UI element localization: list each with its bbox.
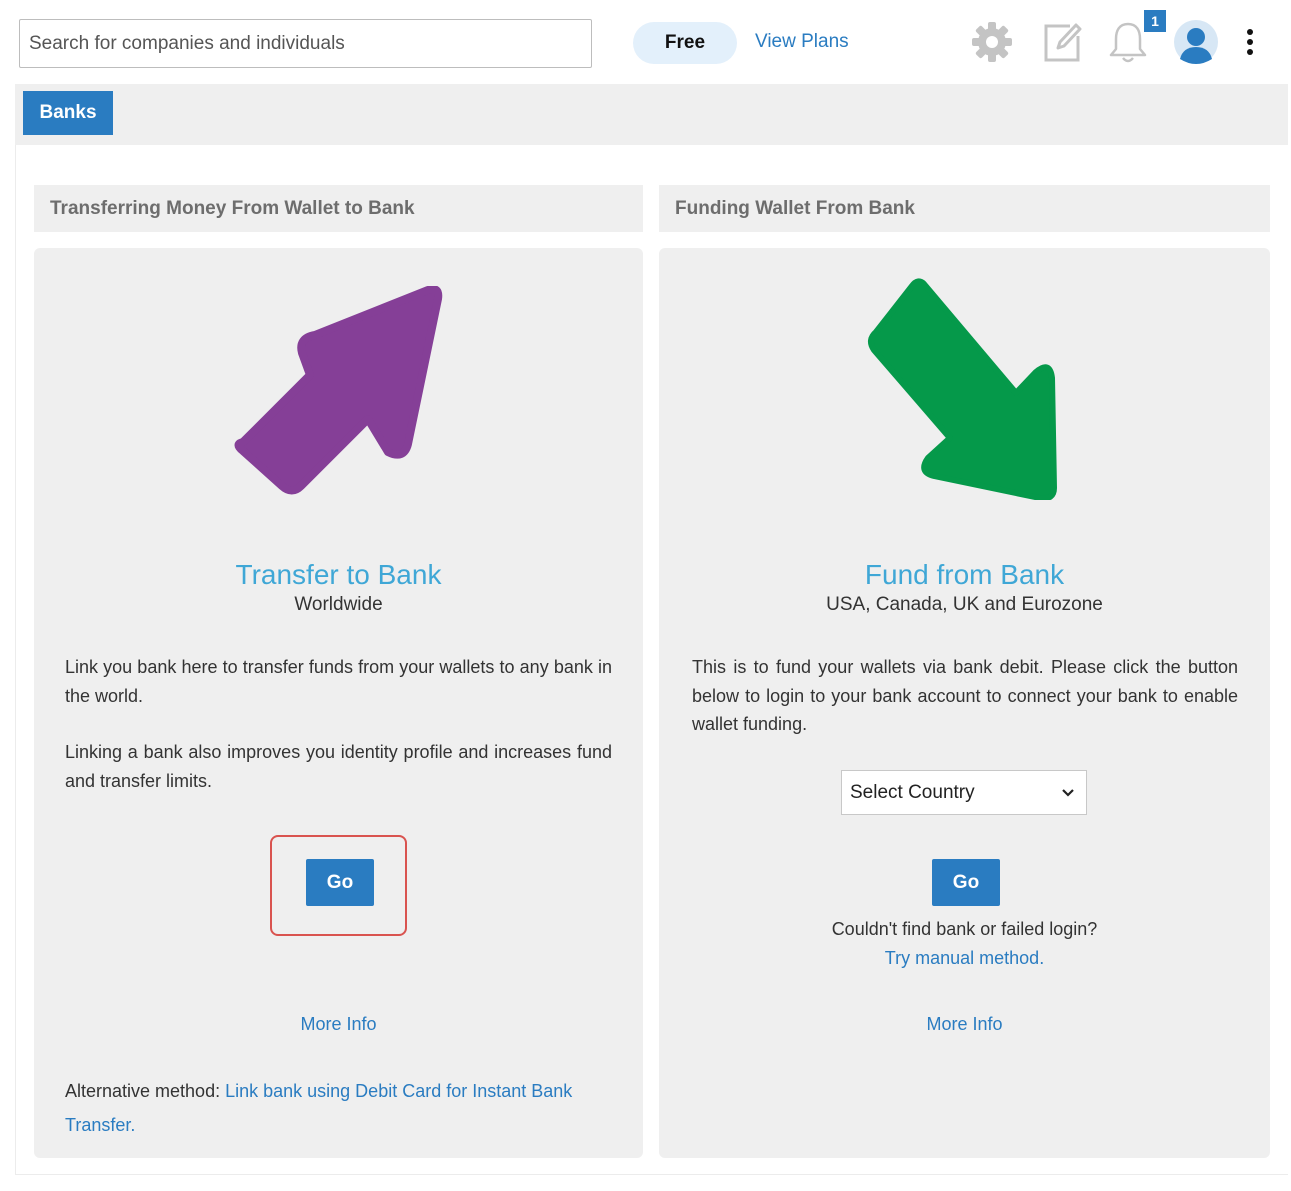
fund-more-info-wrap: More Info xyxy=(659,1014,1270,1035)
plan-badge: Free xyxy=(633,22,737,64)
alternative-method-label: Alternative method: xyxy=(65,1081,226,1101)
user-avatar-icon[interactable] xyxy=(1172,18,1220,66)
up-right-arrow xyxy=(234,286,443,495)
transfer-description-2: Linking a bank also improves you identit… xyxy=(65,742,612,791)
section-heading-transfer: Transferring Money From Wallet to Bank xyxy=(34,185,643,232)
chevron-down-icon xyxy=(1062,789,1074,797)
country-select[interactable]: Select Country xyxy=(841,770,1087,815)
down-right-arrow xyxy=(868,278,1057,500)
fund-title: Fund from Bank xyxy=(864,559,1065,590)
fund-fail-text: Couldn't find bank or failed login? xyxy=(831,919,1098,939)
tab-strip: Banks xyxy=(15,84,1288,145)
kebab-menu-icon[interactable] xyxy=(1236,18,1264,66)
fund-more-info-link[interactable]: More Info xyxy=(926,1014,1002,1034)
fund-description: This is to fund your wallets via bank de… xyxy=(692,657,1238,734)
fund-from-bank-card: Fund from Bank USA, Canada, UK and Euroz… xyxy=(659,248,1270,1158)
transfer-to-bank-card: Transfer to Bank Worldwide Link you bank… xyxy=(34,248,643,1158)
manual-method-link[interactable]: Try manual method. xyxy=(885,948,1044,968)
section-heading-funding: Funding Wallet From Bank xyxy=(659,185,1270,232)
transfer-subtitle: Worldwide xyxy=(294,594,383,615)
transfer-title: Transfer to Bank xyxy=(235,559,442,590)
search-input[interactable] xyxy=(19,19,592,68)
country-select-value: Select Country xyxy=(850,781,975,803)
top-bar: Free View Plans 1 xyxy=(0,0,1291,84)
notification-badge: 1 xyxy=(1144,10,1166,32)
view-plans-link[interactable]: View Plans xyxy=(755,31,849,53)
fund-subtitle: USA, Canada, UK and Eurozone xyxy=(826,594,1103,615)
alternative-method: Alternative method: Link bank using Debi… xyxy=(65,1074,625,1142)
transfer-more-info-link[interactable]: More Info xyxy=(300,1014,376,1034)
manual-method-wrap: Try manual method. xyxy=(659,948,1270,969)
edit-icon[interactable] xyxy=(1038,18,1086,66)
gear-icon[interactable] xyxy=(968,18,1016,66)
transfer-more-info-wrap: More Info xyxy=(34,1014,643,1035)
tab-banks[interactable]: Banks xyxy=(23,91,113,135)
transfer-description-1: Link you bank here to transfer funds fro… xyxy=(65,657,612,706)
fund-go-button[interactable]: Go xyxy=(932,859,1000,906)
transfer-go-button[interactable]: Go xyxy=(306,859,374,906)
